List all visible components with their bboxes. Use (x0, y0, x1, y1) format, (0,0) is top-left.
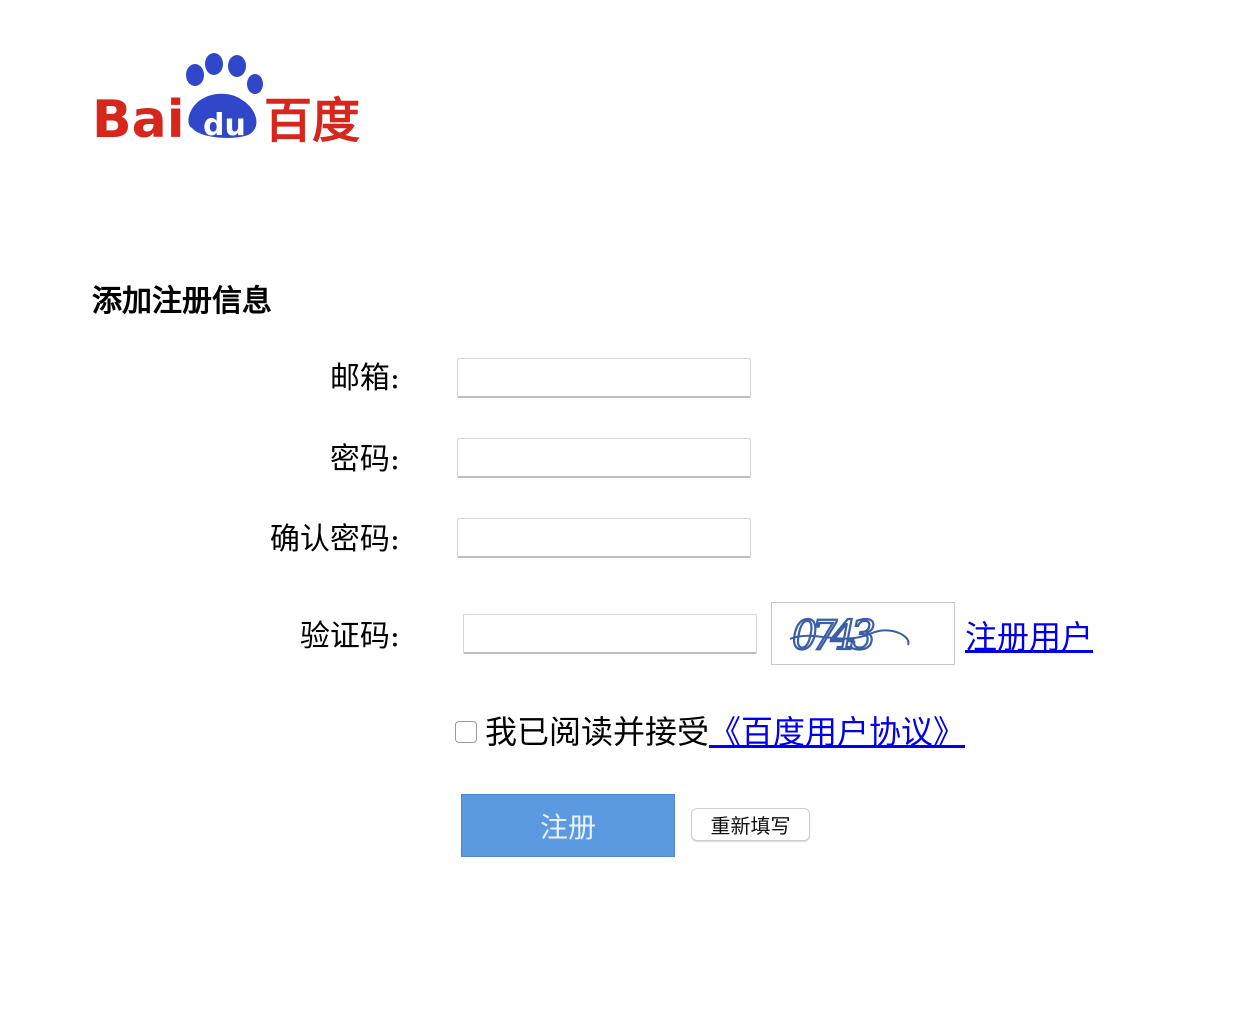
agree-text: 我已阅读并接受 (485, 713, 710, 751)
logo-text-cn: 百度 (264, 93, 360, 144)
logo-text-latin: Bai (92, 90, 185, 144)
agreement-row: 我已阅读并接受 《百度用户协议》 (455, 712, 965, 752)
captcha-text: 0743 (792, 613, 874, 659)
baidu-logo-graphic: Bai du 百度 (92, 53, 360, 150)
captcha-field[interactable] (463, 614, 757, 654)
register-button[interactable]: 注册 (461, 794, 675, 857)
baidu-logo: Bai du 百度 (92, 52, 364, 150)
user-agreement-link[interactable]: 《百度用户协议》 (709, 712, 965, 752)
email-label: 邮箱: (329, 361, 400, 396)
email-field[interactable] (457, 358, 751, 398)
agree-checkbox[interactable] (455, 721, 477, 743)
captcha-graphic: 0743 (789, 612, 910, 660)
confirm-password-label: 确认密码: (269, 522, 400, 557)
register-user-link[interactable]: 注册用户 (965, 617, 1093, 657)
password-field[interactable] (457, 438, 751, 478)
page-title: 添加注册信息 (92, 284, 272, 319)
confirm-password-field[interactable] (457, 518, 751, 558)
captcha-image[interactable]: 0743 (771, 602, 955, 665)
logo-text-badge: du (203, 108, 246, 143)
password-label: 密码: (329, 442, 400, 477)
reset-button[interactable]: 重新填写 (691, 808, 810, 841)
captcha-label: 验证码: (299, 619, 400, 654)
